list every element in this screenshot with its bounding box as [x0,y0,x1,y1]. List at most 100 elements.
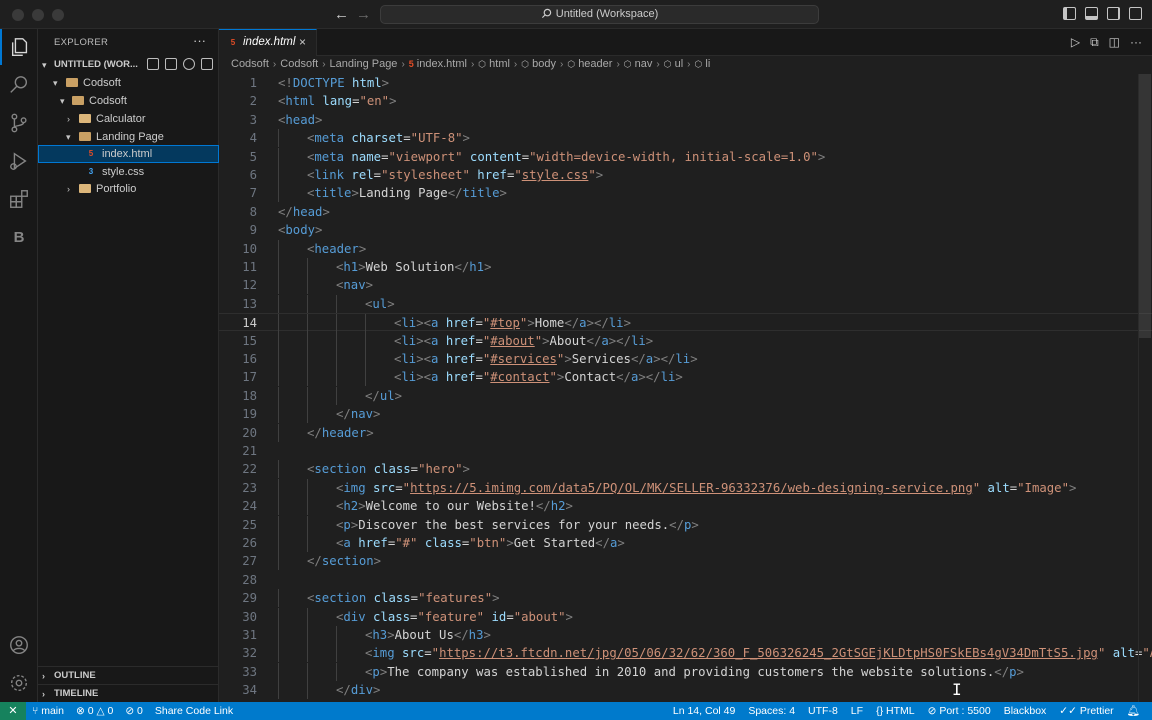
code-line[interactable]: 19 </nav> [219,405,1152,424]
run-icon[interactable]: ▷ [1071,35,1080,50]
language-mode[interactable]: {} HTML [876,702,915,720]
close-window-dot[interactable] [12,9,24,21]
code-line[interactable]: 29 <section class="features"> [219,589,1152,608]
code-line[interactable]: 15 <li><a href="#about">About</a></li> [219,331,1152,350]
tree-item-landing-page[interactable]: ▾ Landing Page [38,128,219,146]
breadcrumb-item[interactable]: › Codsoft [269,58,318,70]
refresh-icon[interactable] [183,58,195,70]
code-line[interactable]: 33 <p>The company was established in 2010… [219,662,1152,681]
toggle-primary-sidebar-icon[interactable] [1063,7,1076,20]
prettier-status[interactable]: ✓✓ Prettier [1059,702,1113,720]
toggle-panel-icon[interactable] [1085,7,1098,20]
breadcrumb-item[interactable]: › ⬡ li [683,58,710,70]
code-line[interactable]: 14 <li><a href="#top">Home</a></li> [219,313,1152,333]
code-line[interactable]: 21 [219,442,1152,460]
scrollbar-thumb[interactable] [1139,74,1151,338]
code-line[interactable]: 32 <img src="https://t3.ftcdn.net/jpg/05/… [219,644,1152,663]
split-editor-icon[interactable]: ◫ [1109,35,1120,50]
tree-item-codsoft-root[interactable]: ▾ Codsoft [38,74,219,92]
breadcrumb-item[interactable]: › ⬡ header [556,58,612,70]
back-arrow-icon[interactable]: ← [334,6,349,23]
breadcrumb-item[interactable]: Codsoft [231,58,269,70]
workspace-header[interactable]: ▾ UNTITLED (WOR... [38,56,219,74]
breadcrumb-item[interactable]: › ⬡ nav [612,58,652,70]
indentation[interactable]: Spaces: 4 [748,702,795,720]
code-line[interactable]: 34 </div> [219,681,1152,700]
code-line[interactable]: 4 <meta charset="UTF-8"> [219,129,1152,148]
code-line[interactable]: 16 <li><a href="#services">Services</a></… [219,350,1152,368]
breadcrumb-item[interactable]: › Landing Page [318,58,397,70]
run-debug-icon[interactable] [0,143,38,179]
code-line[interactable]: 8 </head> [219,203,1152,221]
problems-status[interactable]: ⊗ 0 △ 0 [76,702,113,720]
vertical-scrollbar[interactable] [1138,74,1152,702]
code-line[interactable]: 13 <ul> [219,294,1152,313]
breadcrumb-item[interactable]: › ⬡ ul [652,58,683,70]
remote-icon[interactable]: ✕ [0,702,26,720]
code-line[interactable]: 27 </section> [219,552,1152,571]
end-of-line[interactable]: LF [851,702,863,720]
code-line[interactable]: 17 <li><a href="#contact">Contact</a></li… [219,368,1152,387]
code-line[interactable]: 30 <div class="feature" id="about"> [219,607,1152,626]
code-line[interactable]: 18 </ul> [219,386,1152,405]
code-line[interactable]: 22 <section class="hero"> [219,460,1152,479]
cursor-position[interactable]: Ln 14, Col 49 [673,702,735,720]
code-line[interactable]: 11 <h1>Web Solution</h1> [219,258,1152,276]
open-preview-icon[interactable]: ⧉ [1090,35,1099,50]
customize-layout-icon[interactable] [1129,7,1142,20]
code-line[interactable]: 2 <html lang="en"> [219,92,1152,110]
tree-item-portfolio[interactable]: › Portfolio [38,180,219,198]
more-actions-icon[interactable]: ··· [1130,35,1142,50]
code-editor[interactable]: 1 <!DOCTYPE html> 2 <html lang="en"> 3 <head>… [219,74,1152,702]
encoding[interactable]: UTF-8 [808,702,838,720]
code-line[interactable]: 25 <p>Discover the best services for your… [219,515,1152,534]
extensions-icon[interactable] [0,181,38,217]
code-line[interactable]: 1 <!DOCTYPE html> [219,74,1152,92]
new-folder-icon[interactable] [165,58,177,70]
code-line[interactable]: 7 <title>Landing Page</title> [219,184,1152,203]
zoom-window-dot[interactable] [52,9,64,21]
blackbox-status[interactable]: Blackbox [1004,702,1047,720]
toggle-secondary-sidebar-icon[interactable] [1107,7,1120,20]
outline-section[interactable]: › OUTLINE [38,666,219,684]
code-line[interactable]: 23 <img src="https://5.imimg.com/data5/PQ… [219,478,1152,497]
minimize-window-dot[interactable] [32,9,44,21]
tab-index-html[interactable]: 5 index.html × [219,29,317,56]
forward-arrow-icon[interactable]: → [356,6,371,23]
search-icon[interactable] [0,67,38,103]
code-line[interactable]: 20 </header> [219,423,1152,442]
code-line[interactable]: 5 <meta name="viewport" content="width=de… [219,147,1152,166]
breadcrumb-item[interactable]: › ⬡ body [510,58,556,70]
collapse-all-icon[interactable] [201,58,213,70]
code-line[interactable]: 6 <link rel="stylesheet" href="style.css"… [219,166,1152,184]
command-center-search[interactable]: Untitled (Workspace) [380,5,819,24]
code-line[interactable]: 28 [219,571,1152,589]
code-line[interactable]: 26 <a href="#" class="btn">Get Started</a… [219,534,1152,552]
share-code-link[interactable]: Share Code Link [155,702,233,720]
account-icon[interactable] [0,627,38,663]
code-line[interactable]: 24 <h2>Welcome to our Website!</h2> [219,497,1152,516]
timeline-section[interactable]: › TIMELINE [38,684,219,702]
notifications-bell-icon[interactable]: 🔔︎ [1127,702,1140,720]
live-server-port[interactable]: ⊘ Port : 5500 [928,702,991,720]
manage-gear-icon[interactable] [0,665,38,701]
more-actions-icon[interactable]: ··· [193,33,206,48]
new-file-icon[interactable] [147,58,159,70]
ports-status[interactable]: ⊘ 0 [125,702,143,720]
source-control-icon[interactable] [0,105,38,141]
tree-item-calculator[interactable]: › Calculator [38,110,219,128]
breadcrumb-item[interactable]: › 5 index.html [397,58,467,70]
close-tab-icon[interactable]: × [299,35,306,49]
breadcrumb-item[interactable]: › ⬡ html [467,58,510,70]
tree-item-index-html[interactable]: 5 index.html [38,145,219,163]
code-line[interactable]: 3 <head> [219,111,1152,129]
code-line[interactable]: 9 <body> [219,221,1152,239]
explorer-icon[interactable] [0,29,38,65]
tree-item-style-css[interactable]: 3 style.css [38,163,219,181]
code-line[interactable]: 31 <h3>About Us</h3> [219,626,1152,644]
branch-status[interactable]: ⑂ main [32,702,64,720]
code-line[interactable]: 10 <header> [219,239,1152,258]
blackbox-icon[interactable]: B [0,219,38,255]
code-line[interactable]: 12 <nav> [219,276,1152,295]
tree-item-codsoft[interactable]: ▾ Codsoft [38,92,219,110]
